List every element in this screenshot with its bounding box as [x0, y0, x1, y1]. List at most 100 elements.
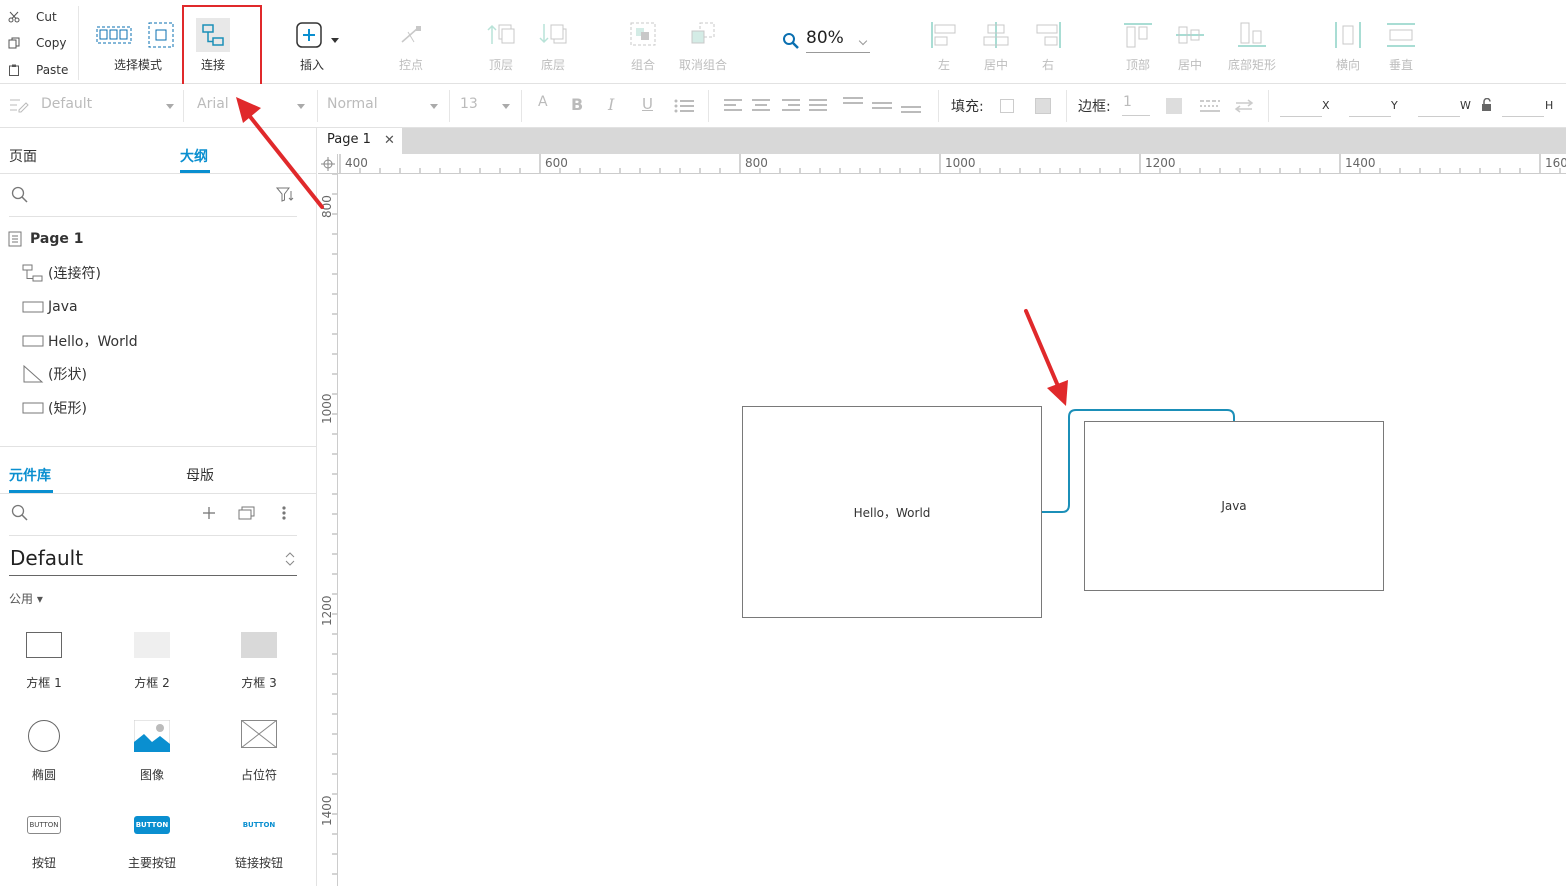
ruler-label: 800: [320, 195, 334, 218]
connector-line[interactable]: [1042, 409, 1235, 513]
copy-button[interactable]: Copy: [8, 33, 66, 53]
library-search-icon[interactable]: [11, 504, 29, 522]
arrow-style-icon[interactable]: [1234, 98, 1254, 114]
style-edit-icon: [10, 99, 29, 113]
design-canvas[interactable]: Hello，World Java: [338, 175, 1566, 886]
tab-pages[interactable]: 页面: [9, 146, 37, 166]
outline-search[interactable]: [0, 174, 316, 216]
anchor-label: 控点: [398, 58, 424, 72]
widget-label: 占位符: [240, 768, 277, 782]
rectangle-icon: [22, 402, 44, 414]
button-thumbnail-text: BUTTON: [29, 821, 59, 829]
library-windows-icon[interactable]: [238, 506, 256, 520]
outline-item-rectangle[interactable]: (矩形): [22, 398, 87, 418]
widget-link-button[interactable]: BUTTON 链接按钮: [219, 816, 299, 870]
style-select[interactable]: Default: [41, 96, 92, 112]
filter-icon[interactable]: [276, 187, 294, 203]
border-color-swatch[interactable]: [1166, 98, 1182, 114]
box-1-thumbnail: [26, 632, 62, 658]
close-icon[interactable]: ✕: [384, 133, 395, 148]
scissors-icon: [8, 11, 20, 23]
y-input[interactable]: [1349, 116, 1391, 117]
rectangle-icon: [22, 335, 44, 347]
outline-item-java[interactable]: Java: [22, 297, 78, 317]
widget-placeholder[interactable]: 占位符: [219, 720, 299, 782]
font-select[interactable]: Arial: [197, 96, 229, 112]
search-icon: [11, 186, 28, 203]
valign-top-icon[interactable]: [843, 96, 863, 114]
format-divider: [449, 90, 450, 122]
font-weight-select[interactable]: Normal: [327, 96, 378, 112]
valign-bottom-icon[interactable]: [901, 96, 921, 114]
panel-divider: [0, 493, 316, 494]
italic-icon[interactable]: I: [608, 95, 614, 114]
page-tab-label: Page 1: [327, 132, 371, 147]
ruler-corner: [318, 154, 338, 174]
align-center-label: 居中: [983, 58, 1009, 72]
font-size-select[interactable]: 13: [460, 96, 478, 112]
underline-icon[interactable]: U: [642, 95, 653, 113]
widget-box-1[interactable]: 方框 1: [4, 628, 84, 690]
ruler-label: 1000: [945, 156, 976, 170]
library-category[interactable]: 公用 ▾: [9, 590, 43, 607]
align-top-icon: [1124, 23, 1152, 48]
widget-button[interactable]: BUTTON 按钮: [4, 816, 84, 870]
library-select[interactable]: Default: [9, 544, 297, 576]
border-width-input[interactable]: 1: [1123, 94, 1132, 110]
widget-label: 方框 2: [134, 676, 170, 690]
widget-primary-button[interactable]: BUTTON 主要按钮: [112, 816, 192, 870]
lock-icon[interactable]: [1481, 98, 1493, 112]
border-width-underline: [1122, 115, 1150, 116]
x-input[interactable]: [1280, 116, 1322, 117]
paste-label: Paste: [36, 63, 69, 77]
tab-masters[interactable]: 母版: [186, 465, 214, 485]
distribute-vertical-label: 垂直: [1388, 58, 1414, 72]
bring-front-icon: [487, 24, 515, 44]
zoom-control[interactable]: 80%: [782, 26, 872, 56]
widget-box-3[interactable]: 方框 3: [219, 628, 299, 690]
cut-button[interactable]: Cut: [8, 7, 57, 27]
widget-label: 链接按钮: [234, 856, 283, 870]
add-library-icon[interactable]: [202, 506, 216, 520]
widget-image[interactable]: 图像: [112, 720, 192, 782]
ellipse-thumbnail: [28, 720, 60, 752]
text-align-left-icon[interactable]: [724, 99, 742, 111]
page-icon: [8, 231, 22, 247]
button-thumbnail: BUTTON: [27, 816, 61, 834]
paste-button[interactable]: Paste: [8, 60, 68, 80]
link-button-thumbnail: BUTTON: [241, 816, 277, 834]
widget-box-2[interactable]: 方框 2: [112, 628, 192, 690]
outline-item-shape[interactable]: (形状): [22, 364, 87, 384]
button-thumbnail-text: BUTTON: [135, 821, 169, 829]
fill-color-swatch[interactable]: [1000, 99, 1014, 113]
y-label: Y: [1391, 99, 1398, 112]
border-style-icon[interactable]: [1200, 99, 1220, 113]
main-toolbar: Cut Copy Paste 选择模式 连接 插入 控点 顶层 底层 组合 取消…: [0, 0, 1566, 93]
toolbar-divider: [78, 6, 79, 80]
font-color-icon[interactable]: A: [538, 94, 548, 110]
text-align-right-icon[interactable]: [782, 99, 800, 111]
fill-shadow-swatch[interactable]: [1035, 98, 1051, 114]
format-divider: [708, 90, 709, 122]
outline-page-label: Page 1: [30, 231, 84, 247]
search-divider: [9, 535, 297, 536]
h-input[interactable]: [1502, 116, 1544, 117]
text-justify-icon[interactable]: [809, 99, 827, 111]
tab-outline[interactable]: 大纲: [180, 146, 208, 166]
zoom-underline: [806, 52, 870, 53]
tab-library[interactable]: 元件库: [9, 465, 51, 485]
copy-label: Copy: [36, 36, 67, 50]
bold-icon[interactable]: B: [571, 95, 583, 114]
outline-item-connector[interactable]: (连接符): [22, 263, 101, 283]
bullet-list-icon[interactable]: [674, 98, 694, 114]
widget-ellipse[interactable]: 椭圆: [4, 720, 84, 782]
page-tab[interactable]: Page 1 ✕: [318, 128, 402, 154]
font-caret-icon: [297, 104, 305, 109]
panel-divider: [0, 446, 316, 447]
w-input[interactable]: [1418, 116, 1460, 117]
valign-middle-icon[interactable]: [872, 96, 892, 114]
more-vertical-icon[interactable]: [281, 505, 287, 521]
outline-item-hello-world[interactable]: Hello，World: [22, 331, 138, 351]
outline-page[interactable]: Page 1: [8, 229, 83, 249]
text-align-center-icon[interactable]: [752, 99, 770, 111]
